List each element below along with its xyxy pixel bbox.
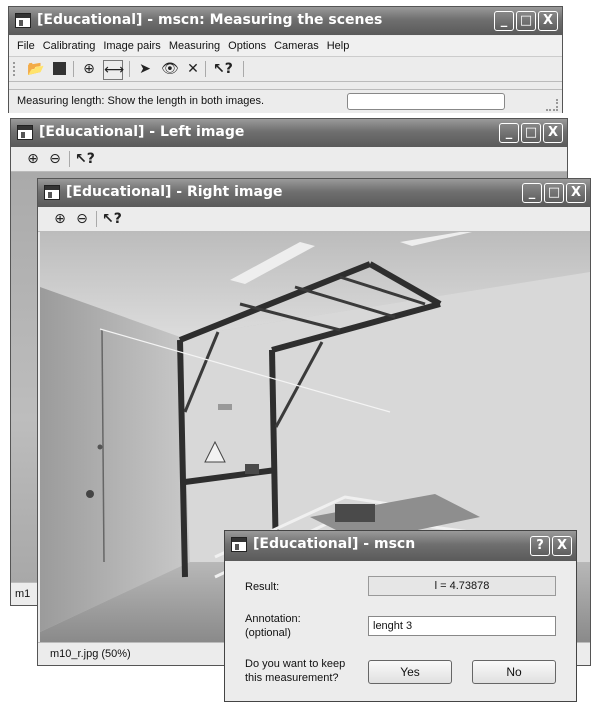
left-title-bar[interactable]: [Educational] - Left image _ □ X [11,119,567,147]
dialog-title: [Educational] - mscn [253,536,416,552]
keep-question-line1: Do you want to keep [245,658,346,670]
menu-calibrating[interactable]: Calibrating [39,36,100,56]
right-toolbar: ⊕ ⊖ ↖? [38,207,590,232]
help-pointer-icon[interactable]: ↖? [102,210,122,228]
annotation-input[interactable]: lenght 3 [368,616,556,636]
app-icon [44,185,60,200]
menu-image-pairs[interactable]: Image pairs [99,36,164,56]
left-status-text: m1 [15,588,31,600]
minimize-button[interactable]: _ [494,11,514,31]
right-title-bar[interactable]: [Educational] - Right image _ □ X [38,179,590,207]
measurement-dialog: [Educational] - mscn ? X Result: l = 4.7… [224,530,577,702]
result-value-field: l = 4.73878 [368,576,556,596]
minimize-button[interactable]: _ [499,123,519,143]
left-window-title: [Educational] - Left image [39,124,245,140]
left-toolbar: ⊕ ⊖ ↖? [11,147,567,172]
close-button[interactable]: X [552,536,572,556]
keep-question-line2: this measurement? [245,672,339,684]
main-window: [Educational] - mscn: Measuring the scen… [8,6,563,113]
annotation-label: Annotation: [245,613,301,625]
no-button[interactable]: No [472,660,556,684]
yes-button[interactable]: Yes [368,660,452,684]
maximize-button[interactable]: □ [516,11,536,31]
dialog-title-bar[interactable]: [Educational] - mscn ? X [225,531,576,561]
minimize-button[interactable]: _ [522,183,542,203]
menu-options[interactable]: Options [224,36,270,56]
zoom-out-icon[interactable]: ⊖ [47,150,63,168]
main-toolbar: 📂 ⊕ ⟷ ➤ 👁 ✕ ↖? [9,57,562,82]
app-icon [231,537,247,552]
zoom-in-icon[interactable]: ⊕ [52,210,68,228]
app-icon [17,125,33,140]
zoom-out-icon[interactable]: ⊖ [74,210,90,228]
app-icon [15,13,31,28]
menu-help[interactable]: Help [323,36,354,56]
maximize-button[interactable]: □ [521,123,541,143]
close-button[interactable]: X [566,183,586,203]
annotation-value: lenght 3 [373,620,413,632]
menu-bar: File Calibrating Image pairs Measuring Optio… [9,36,562,57]
main-status-bar: Measuring length: Show the length in bot… [9,89,562,113]
main-window-title: [Educational] - mscn: Measuring the scen… [37,12,383,28]
stop-icon[interactable] [51,60,67,78]
help-button[interactable]: ? [530,536,550,556]
help-pointer-icon[interactable]: ↖? [213,60,233,78]
result-label: Result: [245,581,280,593]
help-pointer-icon[interactable]: ↖? [75,150,95,168]
resize-grip[interactable] [546,99,558,111]
eye-icon[interactable]: 👁 [161,60,179,78]
right-status-text: m10_r.jpg (50%) [50,648,131,660]
menu-cameras[interactable]: Cameras [270,36,323,56]
zoom-in-icon[interactable]: ⊕ [25,150,41,168]
measure-length-icon[interactable]: ⟷ [103,60,124,80]
annotation-optional-label: (optional) [245,627,291,639]
progress-bar [347,93,505,110]
right-window-title: [Educational] - Right image [66,184,283,200]
open-folder-icon[interactable]: 📂 [27,60,44,78]
result-value: l = 4.73878 [434,580,490,592]
crosshair-icon[interactable]: ⊕ [81,60,97,78]
status-text: Measuring length: Show the length in bot… [17,95,265,107]
menu-measuring[interactable]: Measuring [165,36,224,56]
maximize-button[interactable]: □ [544,183,564,203]
main-title-bar[interactable]: [Educational] - mscn: Measuring the scen… [9,7,562,35]
menu-file[interactable]: File [9,36,39,56]
close-button[interactable]: X [538,11,558,31]
close-button[interactable]: X [543,123,563,143]
delete-icon[interactable]: ✕ [185,60,201,78]
toolbar-grip [13,62,18,76]
pointer-icon[interactable]: ➤ [137,60,153,78]
